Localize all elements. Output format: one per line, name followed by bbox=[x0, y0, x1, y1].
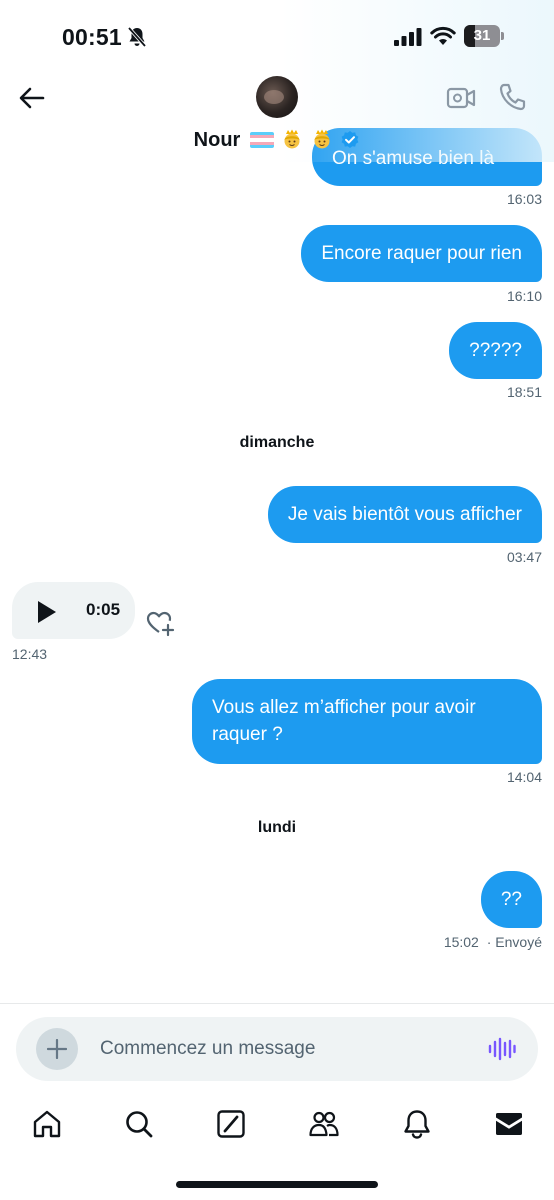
message-timestamp: 15:02 · Envoyé bbox=[444, 934, 542, 950]
add-reaction-icon[interactable] bbox=[146, 610, 176, 638]
status-bar: 00:51 31 bbox=[0, 0, 554, 74]
conversation-title[interactable]: Nour bbox=[0, 124, 554, 156]
message-composer bbox=[16, 1017, 538, 1081]
voice-message-icon[interactable] bbox=[488, 1036, 516, 1062]
message-text: ?? bbox=[500, 889, 522, 910]
message-text: Encore raquer pour rien bbox=[321, 243, 522, 264]
verified-badge-icon bbox=[340, 130, 360, 150]
day-separator: dimanche bbox=[239, 434, 315, 451]
search-icon[interactable] bbox=[123, 1108, 155, 1140]
messages-icon[interactable] bbox=[493, 1108, 525, 1140]
message-text: Vous allez m’afficher pour avoir raquer … bbox=[212, 697, 476, 745]
signal-icon bbox=[394, 28, 422, 46]
message-bubble-outgoing[interactable]: Vous allez m’afficher pour avoir raquer … bbox=[192, 679, 542, 764]
notifications-icon[interactable] bbox=[401, 1108, 433, 1140]
message-text: ????? bbox=[469, 340, 522, 361]
wifi-icon bbox=[430, 26, 456, 46]
audio-message-bubble[interactable]: 0:05 bbox=[12, 582, 135, 639]
bell-off-icon bbox=[126, 26, 148, 48]
day-separator: lundi bbox=[257, 819, 297, 836]
message-timestamp: 18:51 bbox=[506, 384, 542, 400]
message-text: Je vais bientôt vous afficher bbox=[287, 504, 522, 525]
princess-emoji bbox=[310, 128, 334, 152]
message-bubble-outgoing[interactable]: Je vais bientôt vous afficher bbox=[267, 486, 542, 543]
add-media-button[interactable] bbox=[36, 1028, 78, 1070]
message-timestamp: 03:47 bbox=[506, 549, 542, 565]
message-timestamp: 14:04 bbox=[506, 769, 542, 785]
transgender-flag-emoji bbox=[250, 132, 275, 148]
contact-avatar[interactable] bbox=[256, 76, 298, 118]
back-arrow-icon[interactable] bbox=[18, 84, 46, 112]
home-indicator bbox=[176, 1181, 378, 1188]
communities-icon[interactable] bbox=[308, 1108, 340, 1140]
video-call-icon[interactable] bbox=[446, 84, 476, 112]
status-time: 00:51 bbox=[62, 24, 122, 50]
message-bubble-outgoing[interactable]: ????? bbox=[449, 322, 542, 379]
composer-divider bbox=[0, 1003, 554, 1004]
message-timestamp: 12:43 bbox=[12, 646, 48, 662]
message-bubble-outgoing[interactable]: Encore raquer pour rien bbox=[301, 225, 542, 282]
message-bubble-outgoing[interactable]: ?? bbox=[480, 871, 542, 928]
grok-icon[interactable] bbox=[215, 1108, 247, 1140]
play-icon[interactable] bbox=[36, 600, 58, 624]
princess-emoji bbox=[280, 128, 304, 152]
battery-icon: 31 bbox=[464, 25, 504, 47]
bottom-navigation bbox=[0, 1100, 554, 1152]
message-input[interactable] bbox=[100, 1031, 460, 1067]
audio-duration: 0:05 bbox=[86, 600, 121, 619]
message-status: · Envoyé bbox=[486, 934, 542, 950]
battery-level: 31 bbox=[473, 27, 491, 44]
message-timestamp: 16:03 bbox=[506, 191, 542, 207]
plus-icon bbox=[47, 1039, 67, 1059]
contact-name: Nour bbox=[193, 128, 241, 151]
message-timestamp: 16:10 bbox=[506, 288, 542, 304]
message-time: 15:02 bbox=[443, 934, 479, 950]
phone-icon[interactable] bbox=[498, 82, 526, 112]
home-icon[interactable] bbox=[31, 1108, 63, 1140]
